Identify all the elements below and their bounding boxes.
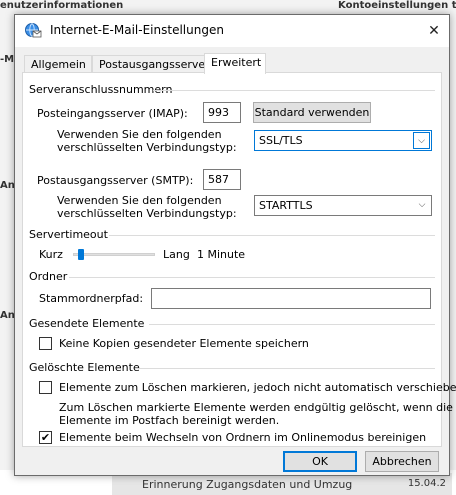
imap-encryption-value: SSL/TLS: [259, 134, 303, 147]
smtp-encryption-label-line1: Verwenden Sie den folgenden: [57, 194, 222, 207]
title-bar[interactable]: Internet-E-Mail-Einstellungen ✕: [15, 15, 449, 47]
section-divider: [153, 90, 435, 91]
advanced-tab-panel: Serveranschlussnummern Posteingangsserve…: [22, 72, 456, 447]
imap-encryption-label-line2: verschlüsselten Verbindungstyp:: [57, 141, 237, 154]
timeout-long-label: Lang: [163, 248, 190, 261]
timeout-slider-track[interactable]: [73, 253, 155, 256]
globe-mail-icon: [24, 22, 42, 40]
background-left-header: enutzerinformationen: [0, 0, 124, 11]
deletion-note-line2: Elemente im Postfach bereinigt werden.: [59, 414, 280, 427]
section-divider: [135, 368, 435, 369]
timeout-section-title: Servertimeout: [29, 228, 108, 241]
background-left-column: -M Ann Ann: [0, 14, 14, 484]
purge-on-switch-label[interactable]: Elemente beim Wechseln von Ordnern im On…: [59, 431, 426, 444]
purge-on-switch-checkbox[interactable]: ✔: [39, 431, 52, 444]
timeout-short-label: Kurz: [39, 248, 63, 261]
background-fragment: Ann: [0, 180, 14, 191]
timeout-value: 1 Minute: [197, 248, 246, 261]
close-button[interactable]: ✕: [419, 15, 449, 47]
cancel-button[interactable]: Abbrechen: [365, 451, 439, 472]
tab-allgemein[interactable]: Allgemein: [24, 55, 92, 73]
chevron-down-icon: ⌵: [418, 200, 426, 210]
server-ports-section-title: Serveranschlussnummern: [29, 83, 173, 96]
no-sent-copies-label[interactable]: Keine Kopien gesendeter Elemente speiche…: [59, 337, 309, 350]
internet-email-settings-dialog: Internet-E-Mail-Einstellungen ✕ Allgemei…: [14, 14, 456, 476]
sent-items-section-title: Gesendete Elemente: [29, 317, 145, 330]
section-divider: [69, 277, 435, 278]
smtp-port-label: Postausgangsserver (SMTP):: [37, 174, 194, 187]
tab-postausgangsserver[interactable]: Postausgangsserver: [92, 55, 210, 73]
background-message-row[interactable]: Erinnerung Zugangsdaten und Umzug 15.04.…: [112, 473, 452, 495]
background-header: enutzerinformationen Kontoeinstellungen …: [0, 0, 456, 14]
mark-for-deletion-checkbox[interactable]: [39, 381, 52, 394]
imap-encryption-label-line1: Verwenden Sie den folgenden: [57, 128, 222, 141]
tab-label: Postausgangsserver: [99, 58, 210, 71]
timeout-slider-thumb[interactable]: [78, 249, 85, 260]
tab-erweitert[interactable]: Erweitert: [204, 53, 266, 74]
imap-port-input[interactable]: 993: [203, 102, 241, 123]
deletion-note-line1: Zum Löschen markierte Elemente werden en…: [59, 401, 453, 414]
deleted-items-section-title: Gelöschte Elemente: [29, 361, 140, 374]
smtp-port-input[interactable]: 587: [203, 169, 241, 190]
background-fragment: Ann: [0, 310, 14, 321]
mark-for-deletion-label[interactable]: Elemente zum Löschen markieren, jedoch n…: [59, 381, 456, 394]
tab-label: Erweitert: [211, 56, 262, 69]
section-divider: [149, 324, 435, 325]
smtp-encryption-label-line2: verschlüsselten Verbindungstyp:: [57, 207, 237, 220]
folders-section-title: Ordner: [29, 270, 68, 283]
section-divider: [109, 235, 435, 236]
chevron-down-icon: ⌵: [413, 132, 430, 149]
tab-label: Allgemein: [31, 58, 86, 71]
ok-button[interactable]: OK: [283, 451, 357, 472]
background-right-header: Kontoeinstellungen te: [338, 0, 456, 11]
default-settings-button[interactable]: Standard verwenden: [253, 102, 371, 123]
background-message-subject: Erinnerung Zugangsdaten und Umzug: [142, 478, 353, 491]
root-folder-path-label: Stammordnerpfad:: [39, 292, 144, 305]
dialog-title: Internet-E-Mail-Einstellungen: [50, 23, 224, 37]
background-fragment: -M: [0, 54, 14, 65]
imap-encryption-select[interactable]: SSL/TLS ⌵: [254, 130, 432, 151]
smtp-encryption-select[interactable]: STARTTLS ⌵: [254, 195, 432, 216]
no-sent-copies-checkbox[interactable]: [39, 337, 52, 350]
root-folder-path-input[interactable]: [151, 288, 431, 309]
smtp-encryption-value: STARTTLS: [259, 199, 313, 212]
imap-port-label: Posteingangsserver (IMAP):: [37, 107, 188, 120]
